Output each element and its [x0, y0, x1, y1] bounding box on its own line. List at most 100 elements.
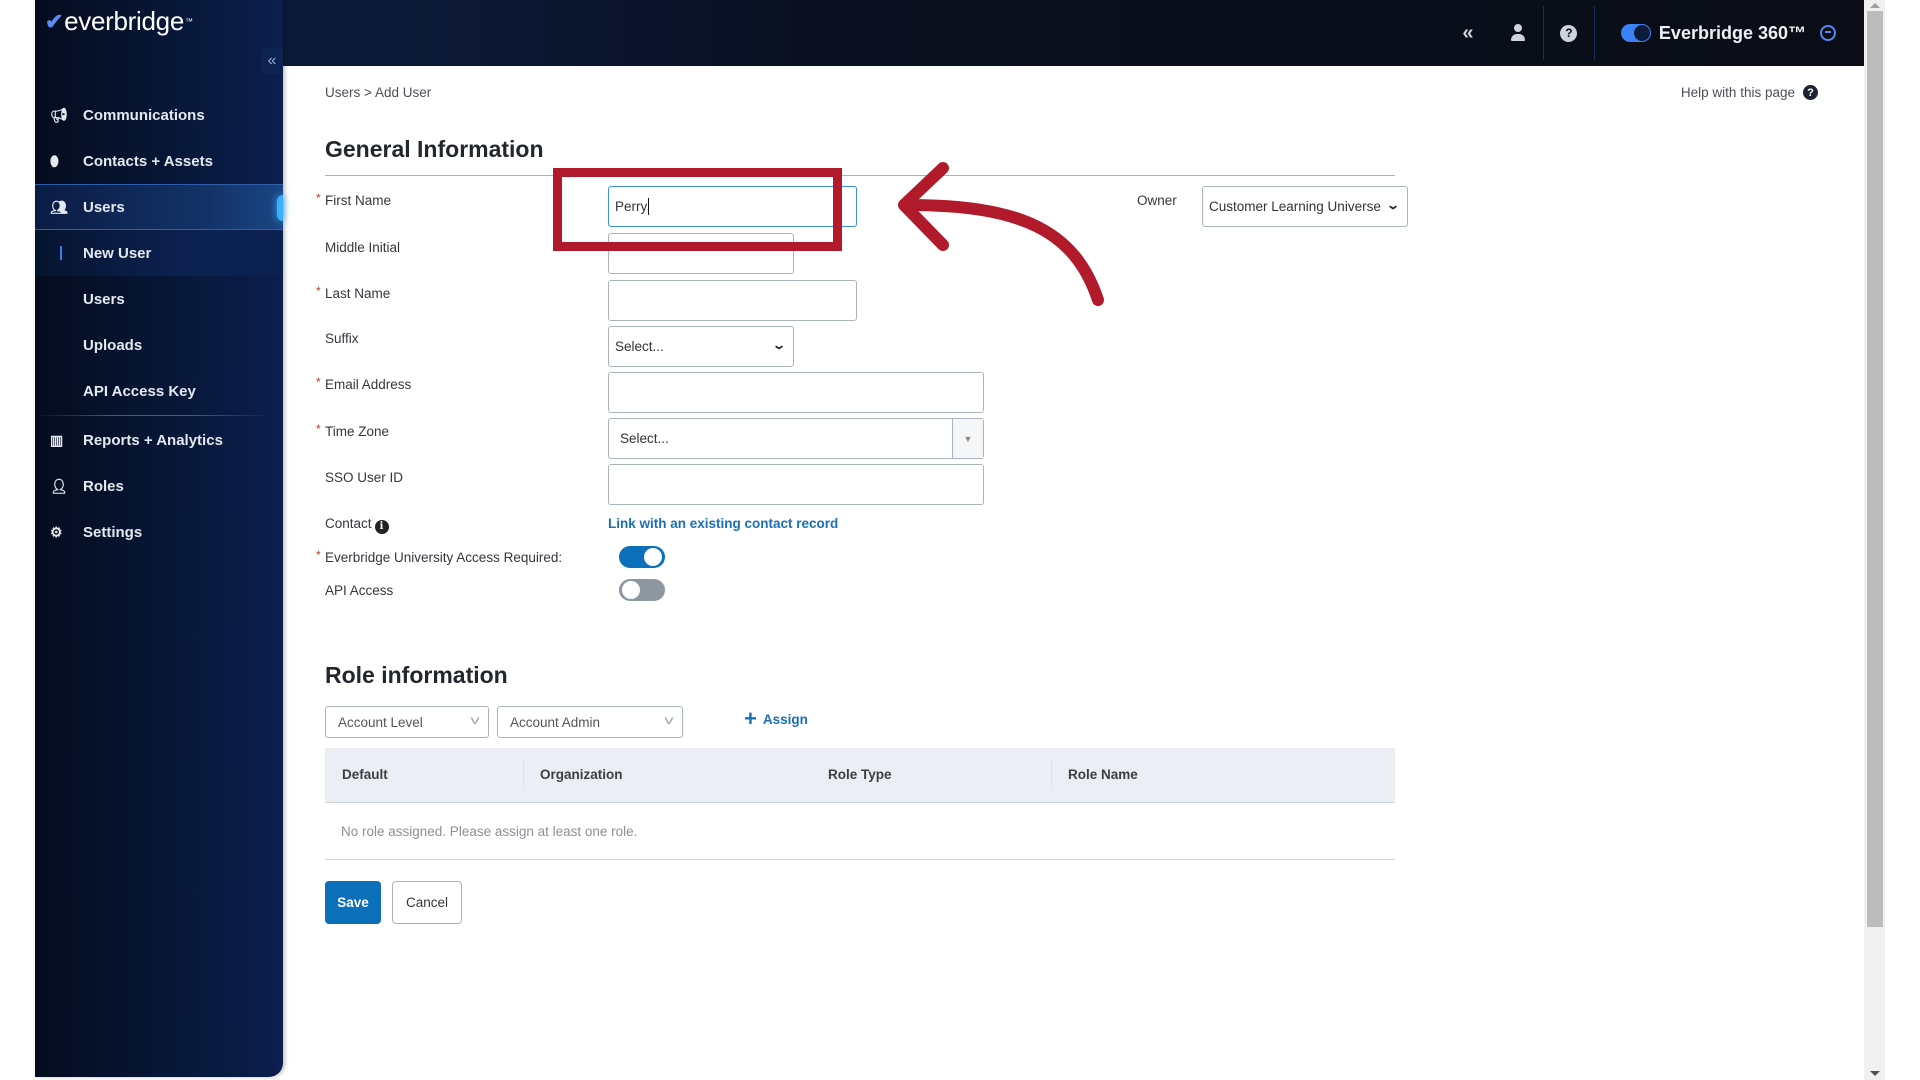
first-name-input[interactable]: Perry [608, 186, 857, 227]
annotation-arrow-icon [898, 162, 1104, 306]
first-name-label: * First Name [316, 191, 392, 208]
suffix-select[interactable]: Select... ⌄ [608, 326, 794, 367]
sidebar-subitem-api-access-key[interactable]: API Access Key [35, 368, 283, 414]
sso-user-id-label: SSO User ID [325, 470, 404, 485]
sidebar-item-roles[interactable]: 👤︎ Roles [35, 463, 283, 509]
help-link[interactable]: Help with this page ? [1681, 85, 1818, 100]
everbridge-logo[interactable]: ✔ everbridge ™ [45, 6, 193, 37]
role-value: Account Admin [510, 714, 601, 730]
info-icon[interactable]: i [374, 520, 389, 534]
chat-icon[interactable] [1820, 25, 1836, 41]
sidebar-item-label: New User [83, 244, 152, 262]
email-input[interactable] [608, 372, 984, 413]
sidebar-subitem-users[interactable]: Users [35, 276, 283, 322]
user-icon[interactable] [1493, 0, 1543, 66]
breadcrumb: Users > Add User [325, 85, 431, 100]
product-name: Everbridge 360™ [1658, 22, 1806, 43]
gear-icon: ⚙ [50, 523, 63, 540]
column-header-default[interactable]: Default [342, 767, 388, 782]
scroll-thumb[interactable] [1867, 11, 1883, 927]
user-role-icon: 👤︎ [50, 477, 68, 494]
required-marker: * [316, 191, 321, 205]
middle-initial-input[interactable] [608, 233, 794, 274]
scroll-up-arrow-icon[interactable] [1870, 3, 1880, 8]
sidebar-item-label: Uploads [83, 336, 143, 354]
contact-label: Contact i [325, 516, 389, 534]
sidebar-item-label: Users [83, 290, 125, 308]
top-bar: « ? Everbridge 360™ [35, 0, 1864, 66]
sidebar-item-communications[interactable]: 📢︎ Communications [35, 92, 283, 138]
toggle-knob [622, 581, 640, 599]
users-icon: 👥︎ [50, 198, 68, 215]
sidebar-item-label: Reports + Analytics [83, 431, 223, 449]
time-zone-value: Select... [620, 431, 669, 446]
middle-initial-label: Middle Initial [325, 240, 401, 255]
sidebar-subitem-uploads[interactable]: Uploads [35, 322, 283, 368]
help-link-label: Help with this page [1680, 85, 1795, 100]
scroll-down-arrow-icon[interactable] [1870, 1071, 1880, 1076]
sidebar-item-contacts-assets[interactable]: ⬮ Contacts + Assets [35, 138, 283, 184]
role-level-value: Account Level [338, 714, 423, 730]
sidebar-item-label: Roles [83, 477, 124, 495]
breadcrumb-current: Add User [374, 85, 432, 100]
last-name-label: * Last Name [316, 284, 391, 301]
product-toggle[interactable] [1620, 24, 1651, 42]
sidebar-nav: 📢︎ Communications ⬮ Contacts + Assets 👥︎… [35, 92, 283, 555]
divider [325, 175, 1395, 176]
link-existing-contact[interactable]: Link with an existing contact record [608, 516, 838, 531]
page-scrollbar[interactable] [1864, 0, 1885, 1080]
section-title-general: General Information [325, 136, 544, 162]
sidebar-item-label: Contacts + Assets [83, 152, 213, 170]
suffix-label: Suffix [325, 331, 359, 346]
sidebar-item-label: Communications [83, 106, 205, 124]
logo-check-icon: ✔ [45, 8, 64, 34]
eu-access-toggle[interactable] [619, 546, 665, 568]
assign-button[interactable]: + Assign [744, 706, 808, 731]
sidebar-item-settings[interactable]: ⚙ Settings [35, 509, 283, 555]
help-circle-icon[interactable]: ? [1544, 0, 1594, 66]
double-chevron-left-icon[interactable]: « [1443, 0, 1493, 66]
sidebar-item-label: Users [83, 198, 125, 216]
role-level-select[interactable]: Account Level v [325, 706, 489, 738]
plus-icon: + [744, 706, 757, 731]
chevron-down-icon: v [470, 713, 480, 727]
divider [325, 859, 1395, 860]
roles-table-header: Default Organization Role Type Role Name [325, 748, 1395, 803]
sidebar-item-label: API Access Key [83, 382, 196, 400]
suffix-value: Select... [615, 339, 664, 354]
assign-label: Assign [762, 711, 808, 727]
owner-select[interactable]: Customer Learning Universe ⌄ [1202, 186, 1408, 227]
column-header-organization[interactable]: Organization [540, 767, 623, 782]
role-select[interactable]: Account Admin v [497, 706, 683, 738]
required-marker: * [316, 284, 321, 298]
trademark: ™ [185, 17, 193, 26]
breadcrumb-users[interactable]: Users [325, 85, 360, 100]
sidebar-collapse-button[interactable]: « [261, 48, 283, 74]
required-marker: * [316, 548, 321, 562]
sidebar-item-reports-analytics[interactable]: ▥ Reports + Analytics [35, 417, 283, 463]
api-access-label: API Access [325, 583, 394, 598]
required-marker: * [316, 422, 321, 436]
sidebar-subitem-new-user[interactable]: New User [35, 230, 283, 276]
cancel-button[interactable]: Cancel [392, 881, 462, 924]
api-access-toggle[interactable] [619, 579, 665, 601]
sso-user-id-input[interactable] [608, 464, 984, 505]
chevron-down-icon: ⌄ [1385, 198, 1401, 212]
dropdown-caret-icon[interactable]: ▼ [952, 419, 983, 458]
product-switcher[interactable]: Everbridge 360™ [1595, 0, 1864, 66]
chevron-down-icon: ⌄ [771, 338, 787, 352]
column-header-role-type[interactable]: Role Type [828, 767, 892, 782]
logo-text: everbridge [64, 6, 184, 36]
section-title-roles: Role information [325, 662, 508, 688]
time-zone-select[interactable]: Select... ▼ [608, 418, 984, 459]
sidebar-item-users[interactable]: 👥︎ Users [35, 184, 283, 230]
sidebar: ✔ everbridge ™ « 📢︎ Communications ⬮ Con… [35, 0, 283, 1077]
time-zone-label: * Time Zone [316, 422, 390, 439]
column-divider [1051, 760, 1052, 790]
save-button[interactable]: Save [325, 881, 381, 924]
owner-value: Customer Learning Universe [1209, 199, 1381, 214]
column-header-role-name[interactable]: Role Name [1068, 767, 1138, 782]
last-name-input[interactable] [608, 280, 857, 321]
required-marker: * [316, 375, 321, 389]
owner-label: Owner [1137, 193, 1177, 208]
